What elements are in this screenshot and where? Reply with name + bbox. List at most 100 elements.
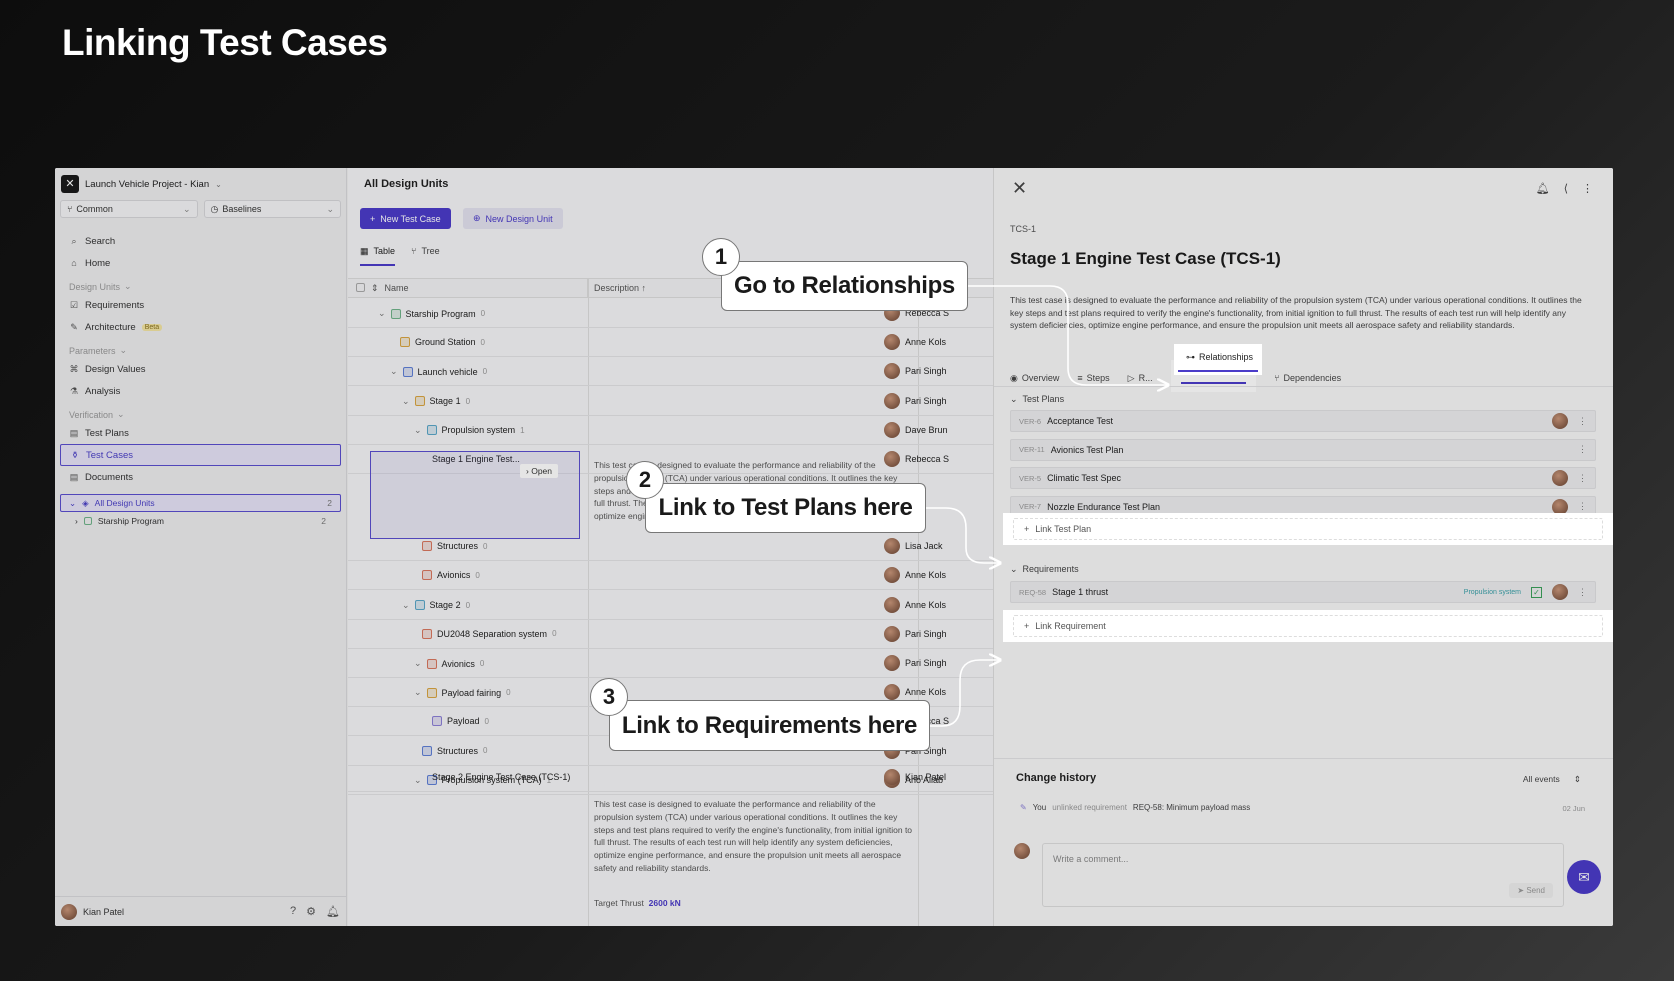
project-switcher[interactable]: ✕ Launch Vehicle Project - Kian ⌄ bbox=[55, 168, 346, 200]
tab-tree[interactable]: ⑂ Tree bbox=[411, 246, 440, 266]
close-icon[interactable]: ✕ bbox=[1012, 178, 1027, 199]
row-owner: Anne Kols bbox=[884, 684, 946, 701]
chat-icon[interactable]: ✉ bbox=[1567, 860, 1601, 894]
tree-item-all-design-units[interactable]: ⌄ ◈ All Design Units 2 bbox=[60, 494, 341, 512]
table-row[interactable]: Avionics 0 Anne Kols bbox=[348, 561, 993, 591]
row-owner: Dave Brun bbox=[884, 421, 948, 438]
sidebar-item-requirements[interactable]: ☑ Requirements bbox=[55, 294, 346, 316]
sidebar-item-test-plans[interactable]: ▤ Test Plans bbox=[55, 422, 346, 444]
avatar bbox=[884, 392, 900, 409]
column-header-description[interactable]: Description bbox=[594, 283, 639, 293]
table-row[interactable]: DU2048 Separation system 0 Pari Singh bbox=[348, 620, 993, 649]
more-icon[interactable]: ⋮ bbox=[1578, 587, 1587, 598]
test-plan-row[interactable]: VER-11 Avionics Test Plan ⋮ bbox=[1010, 438, 1596, 461]
more-icon[interactable]: ⋮ bbox=[1578, 501, 1587, 512]
avatar bbox=[1014, 843, 1030, 859]
send-button[interactable]: ➤ Send bbox=[1509, 883, 1553, 898]
sort-up-icon[interactable]: ↑ bbox=[642, 283, 647, 293]
column-header-name[interactable]: Name bbox=[385, 283, 409, 293]
bell-icon[interactable]: 🔔︎ bbox=[326, 905, 340, 918]
documents-icon: ▤ bbox=[69, 471, 79, 482]
chevron-right-icon: › bbox=[75, 516, 78, 526]
open-button[interactable]: › Open bbox=[520, 464, 558, 478]
history-date: 02 Jun bbox=[1562, 804, 1585, 813]
chevron-down-icon[interactable]: ⌄ bbox=[378, 308, 386, 319]
avatar[interactable] bbox=[61, 903, 77, 920]
table-row[interactable]: ⌄ Launch vehicle 0 Pari Singh bbox=[348, 357, 993, 387]
sidebar-item-documents[interactable]: ▤ Documents bbox=[55, 466, 346, 488]
more-icon[interactable]: ⋮ bbox=[1578, 444, 1587, 455]
bell-icon[interactable]: 🔔︎ bbox=[1536, 182, 1550, 195]
help-icon[interactable]: ? bbox=[290, 905, 296, 918]
new-test-case-button[interactable]: + New Test Case bbox=[360, 208, 451, 229]
sidebar-item-architecture[interactable]: ✎ Architecture Beta bbox=[55, 316, 346, 338]
chevron-down-icon[interactable]: ⌄ bbox=[414, 658, 422, 669]
layers-icon: ◈ bbox=[82, 497, 89, 508]
tab-runs[interactable]: ▷ R... bbox=[1128, 373, 1153, 384]
chevron-down-icon[interactable]: ⌄ bbox=[414, 425, 422, 436]
select-all-checkbox[interactable] bbox=[356, 283, 365, 292]
more-icon[interactable]: ⋮ bbox=[1578, 473, 1587, 484]
tab-dependencies[interactable]: ⑂ Dependencies bbox=[1274, 373, 1341, 383]
row-label: Ground Station bbox=[415, 337, 476, 348]
owner-name: Lisa Jack bbox=[905, 541, 943, 552]
table-row[interactable]: ⌄ Avionics 0 Pari Singh bbox=[348, 649, 993, 678]
sidebar-item-search[interactable]: ⌕ Search bbox=[55, 230, 346, 252]
tab-overview[interactable]: ◉ Overview bbox=[1010, 373, 1059, 384]
more-icon[interactable]: ⋮ bbox=[1578, 416, 1587, 427]
table-row[interactable]: Stage 2 Engine Test Case (TCS-1) Kian Pat… bbox=[348, 763, 993, 792]
nav-group-design-units[interactable]: Design Units ⌄ bbox=[55, 274, 346, 294]
sidebar-item-home[interactable]: ⌂ Home bbox=[55, 252, 346, 274]
test-plan-row[interactable]: VER-6 Acceptance Test ⋮ bbox=[1010, 410, 1596, 432]
tree-item-count: 2 bbox=[321, 516, 326, 526]
row-label: Propulsion system bbox=[441, 425, 516, 436]
chevron-down-icon: ⌄ bbox=[119, 345, 128, 355]
more-icon[interactable]: ⋮ bbox=[1582, 182, 1593, 195]
tab-label: Relationships bbox=[1199, 352, 1254, 362]
baselines-icon: ◷ bbox=[210, 203, 219, 214]
test-case-title: Stage 1 Engine Test Case (TCS-1) bbox=[1010, 249, 1281, 268]
new-design-unit-button[interactable]: ⊕ New Design Unit bbox=[463, 208, 563, 229]
tab-label: Overview bbox=[1021, 373, 1060, 383]
table-row[interactable]: ⌄ Stage 2 0 Anne Kols bbox=[348, 591, 993, 620]
chevron-down-icon: ⌄ bbox=[182, 203, 191, 214]
row-name: Avionics 0 bbox=[422, 570, 480, 581]
search-icon: ⌕ bbox=[71, 235, 77, 246]
baselines-select[interactable]: ◷ Baselines ⌄ bbox=[203, 200, 341, 218]
sidebar-item-label: Architecture bbox=[85, 321, 136, 333]
table-row[interactable]: ⌄ Propulsion system 1 Dave Brun bbox=[348, 416, 993, 445]
table-row[interactable]: ⌄ Stage 1 0 Pari Singh bbox=[348, 387, 993, 416]
test-plan-row[interactable]: VER-5 Climatic Test Spec ⋮ bbox=[1010, 467, 1596, 489]
tab-label: R... bbox=[1138, 373, 1153, 383]
tab-table[interactable]: ▦ Table bbox=[360, 246, 396, 266]
link-test-plan-button[interactable]: + Link Test Plan bbox=[1013, 518, 1603, 540]
tab-steps[interactable]: ≡ Steps bbox=[1077, 373, 1109, 383]
table-row[interactable]: Ground Station 0 Anne Kols bbox=[348, 328, 993, 358]
row-owner: Anne Kols bbox=[884, 596, 946, 613]
sidebar-item-label: Requirements bbox=[85, 299, 145, 311]
requirement-row[interactable]: REQ-58 Stage 1 thrust Propulsion system … bbox=[1010, 581, 1596, 603]
nav-group-parameters[interactable]: Parameters ⌄ bbox=[55, 338, 346, 358]
filter-label: All events bbox=[1522, 774, 1560, 784]
sidebar-item-design-values[interactable]: ⌘ Design Values bbox=[55, 358, 346, 380]
link-requirement-button[interactable]: + Link Requirement bbox=[1013, 615, 1603, 637]
relationships-tab-highlight[interactable]: ⊶ Relationships bbox=[1174, 344, 1262, 375]
chevron-down-icon[interactable]: ⌄ bbox=[402, 396, 410, 407]
share-icon[interactable]: ⟨ bbox=[1564, 182, 1568, 195]
chevron-down-icon[interactable]: ⌄ bbox=[390, 366, 398, 377]
test-plans-section-header[interactable]: ⌄ Test Plans bbox=[1010, 394, 1064, 405]
comment-input[interactable]: Write a comment... ➤ Send bbox=[1042, 843, 1564, 907]
events-filter-select[interactable]: All events ⇕ bbox=[1523, 774, 1581, 785]
gear-icon[interactable]: ⚙ bbox=[306, 905, 316, 918]
chevron-down-icon[interactable]: ⌄ bbox=[414, 687, 422, 698]
sidebar-item-label: Test Plans bbox=[85, 427, 129, 439]
chevron-down-icon[interactable]: ⌄ bbox=[402, 600, 410, 611]
sort-icon[interactable]: ⇕ bbox=[371, 283, 379, 293]
design-unit-icon bbox=[402, 366, 413, 377]
tree-item-starship-program[interactable]: › Starship Program 2 bbox=[55, 512, 346, 530]
requirements-section-header[interactable]: ⌄ Requirements bbox=[1010, 564, 1079, 575]
branch-select[interactable]: ⑂ Common ⌄ bbox=[60, 200, 198, 218]
sidebar-item-test-cases[interactable]: ⚱ Test Cases bbox=[60, 444, 341, 466]
nav-group-verification[interactable]: Verification ⌄ bbox=[55, 402, 346, 422]
sidebar-item-analysis[interactable]: ⚗ Analysis bbox=[55, 380, 346, 402]
